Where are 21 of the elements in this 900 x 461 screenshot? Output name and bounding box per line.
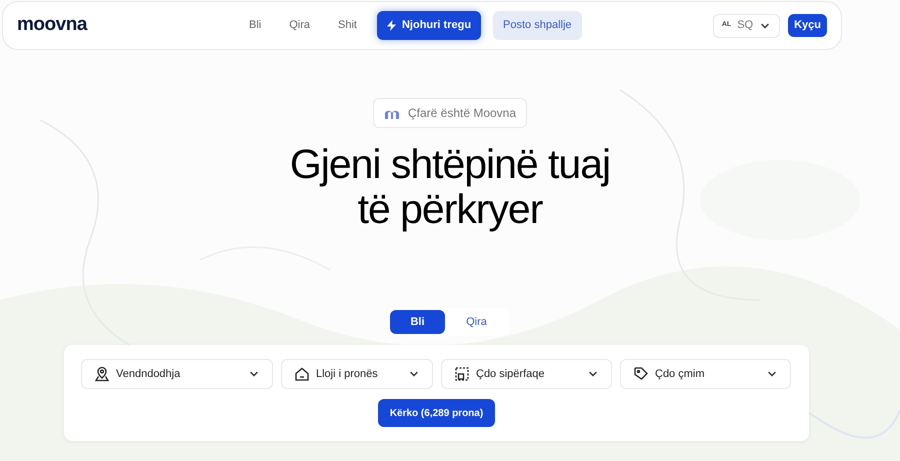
house-icon bbox=[294, 366, 310, 382]
market-insights-button[interactable]: Njohuri tregu bbox=[376, 11, 482, 40]
login-button[interactable]: Kyçu bbox=[788, 14, 827, 37]
area-select-icon bbox=[454, 366, 470, 382]
location-pin-icon bbox=[94, 366, 110, 382]
price-tag-icon bbox=[633, 366, 649, 382]
filter-dropdown[interactable]: Vendndodhja bbox=[81, 359, 273, 389]
search-button[interactable]: Kërko (6,289 prona) bbox=[378, 399, 496, 427]
about-badge[interactable]: Çfarë është Moovna bbox=[372, 98, 528, 128]
brand-logo[interactable]: moovna bbox=[17, 11, 237, 40]
nav-link[interactable]: Qira bbox=[281, 13, 318, 38]
filter-dropdown[interactable]: Çdo çmim bbox=[620, 359, 791, 389]
filter-dropdown[interactable]: Lloji i pronës bbox=[281, 359, 433, 389]
nav-link[interactable]: Shit bbox=[330, 13, 365, 38]
lightning-icon bbox=[386, 20, 396, 31]
mode-tab[interactable]: Qira bbox=[449, 310, 504, 334]
mode-tab[interactable]: Bli bbox=[390, 310, 445, 334]
filter-dropdown[interactable]: Çdo sipërfaqe bbox=[441, 359, 612, 389]
post-listing-button[interactable]: Posto shpallje bbox=[493, 11, 582, 40]
hero-headline: Gjeni shtëpinë tuaj të përkryer bbox=[290, 142, 610, 232]
nav-link[interactable]: Bli bbox=[241, 13, 270, 38]
